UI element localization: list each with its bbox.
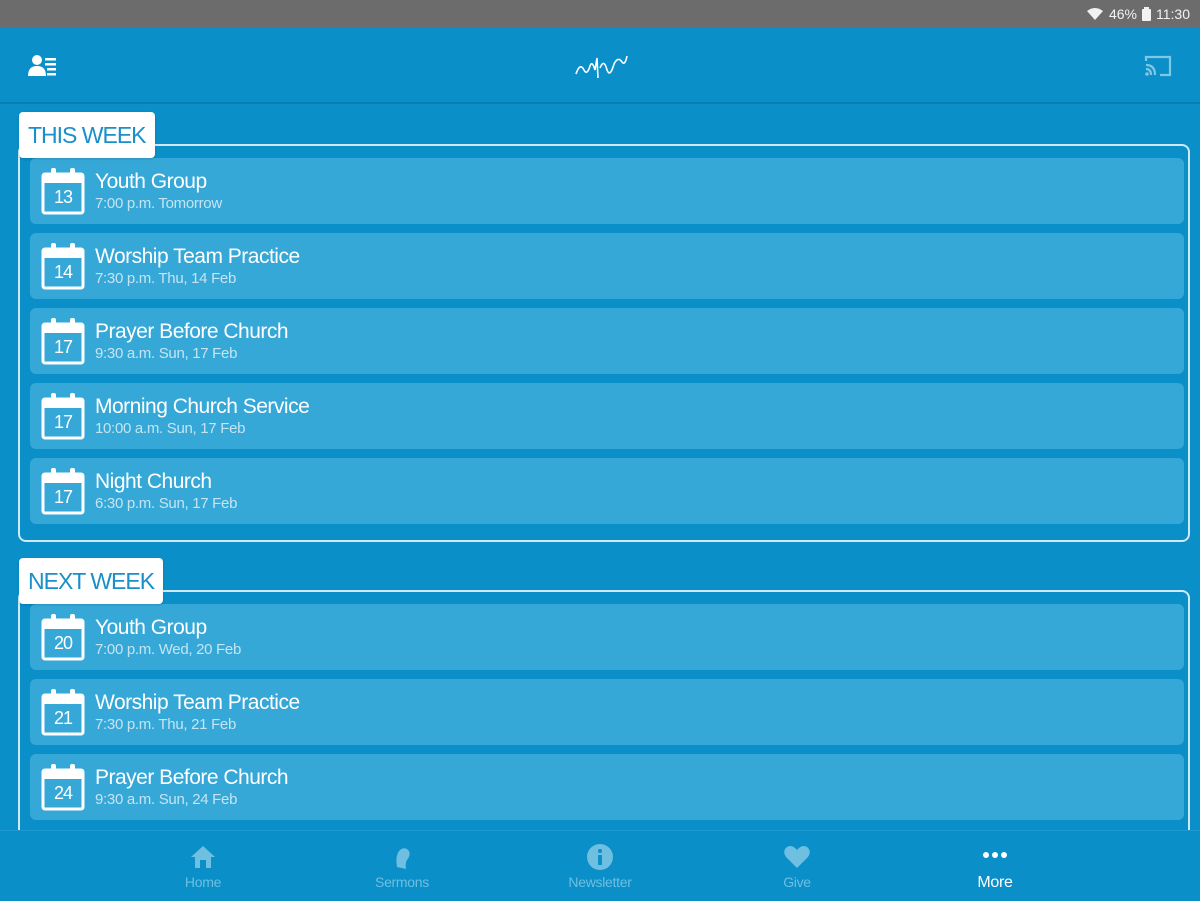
clock: 11:30 (1156, 6, 1190, 22)
more-icon (983, 852, 1007, 858)
event-card[interactable]: 13 Youth Group 7:00 p.m. Tomorrow (30, 158, 1184, 224)
bottom-nav: Home Sermons Newsletter Give More (0, 830, 1200, 901)
church-logo (570, 48, 630, 84)
event-title: Youth Group (95, 616, 207, 639)
section-frame: 13 Youth Group 7:00 p.m. Tomorrow 14 Wor… (18, 144, 1190, 542)
event-card[interactable]: 17 Night Church 6:30 p.m. Sun, 17 Feb (30, 458, 1184, 524)
event-time: 6:30 p.m. Sun, 17 Feb (95, 495, 238, 512)
event-time: 7:00 p.m. Tomorrow (95, 195, 222, 212)
event-time: 10:00 a.m. Sun, 17 Feb (95, 420, 246, 437)
profile-icon[interactable] (28, 54, 58, 78)
event-card[interactable]: 14 Worship Team Practice 7:30 p.m. Thu, … (30, 233, 1184, 299)
nav-label: Home (184, 874, 222, 890)
section-label: THIS WEEK (19, 112, 155, 158)
event-time: 9:30 a.m. Sun, 17 Feb (95, 345, 238, 362)
nav-label: Give (783, 874, 811, 890)
status-bar: 46% 11:30 (0, 0, 1200, 28)
calendar-day: 14 (53, 262, 73, 282)
nav-sermons[interactable]: Sermons (342, 831, 462, 901)
event-card[interactable]: 24 Prayer Before Church 9:30 a.m. Sun, 2… (30, 754, 1184, 820)
nav-label: Newsletter (568, 874, 632, 890)
section-this-week: THIS WEEK 13 Youth Group 7:00 p.m. Tomor… (18, 104, 1190, 544)
event-card[interactable]: 17 Prayer Before Church 9:30 a.m. Sun, 1… (30, 308, 1184, 374)
calendar-day: 13 (53, 187, 73, 207)
calendar-day: 17 (53, 337, 73, 357)
calendar-day: 20 (53, 633, 73, 653)
event-title: Worship Team Practice (95, 691, 300, 714)
info-icon (587, 844, 613, 870)
battery-percent: 46% (1108, 6, 1137, 22)
event-card[interactable]: 21 Worship Team Practice 7:30 p.m. Thu, … (30, 679, 1184, 745)
event-card[interactable]: 20 Youth Group 7:00 p.m. Wed, 20 Feb (30, 604, 1184, 670)
event-card[interactable]: 17 Morning Church Service 10:00 a.m. Sun… (30, 383, 1184, 449)
event-title: Prayer Before Church (95, 320, 289, 343)
nav-newsletter[interactable]: Newsletter (540, 831, 660, 901)
event-time: 7:00 p.m. Wed, 20 Feb (95, 641, 242, 658)
cast-icon[interactable] (1143, 53, 1173, 79)
calendar-day: 21 (53, 708, 73, 728)
calendar-day: 24 (53, 783, 73, 803)
event-time: 7:30 p.m. Thu, 21 Feb (95, 716, 237, 733)
event-title: Morning Church Service (95, 395, 310, 418)
nav-label: More (977, 874, 1013, 891)
app-bar (0, 28, 1200, 104)
calendar-day: 17 (53, 487, 73, 507)
battery-icon (1142, 7, 1151, 21)
calendar-day: 17 (53, 412, 73, 432)
sermons-icon (396, 848, 410, 869)
event-title: Night Church (95, 470, 212, 493)
section-frame: 20 Youth Group 7:00 p.m. Wed, 20 Feb 21 … (18, 590, 1190, 830)
heart-icon (784, 846, 810, 868)
event-time: 9:30 a.m. Sun, 24 Feb (95, 791, 238, 808)
section-next-week: NEXT WEEK 20 Youth Group 7:00 p.m. Wed, … (18, 550, 1190, 830)
event-title: Prayer Before Church (95, 766, 289, 789)
nav-more[interactable]: More (935, 831, 1055, 901)
event-title: Youth Group (95, 170, 207, 193)
home-icon (191, 846, 215, 868)
nav-home[interactable]: Home (143, 831, 263, 901)
event-time: 7:30 p.m. Thu, 14 Feb (95, 270, 237, 287)
nav-label: Sermons (375, 874, 429, 890)
event-title: Worship Team Practice (95, 245, 300, 268)
wifi-icon (1086, 7, 1104, 21)
events-list[interactable]: THIS WEEK 13 Youth Group 7:00 p.m. Tomor… (0, 104, 1200, 830)
section-label: NEXT WEEK (19, 558, 164, 604)
nav-give[interactable]: Give (737, 831, 857, 901)
